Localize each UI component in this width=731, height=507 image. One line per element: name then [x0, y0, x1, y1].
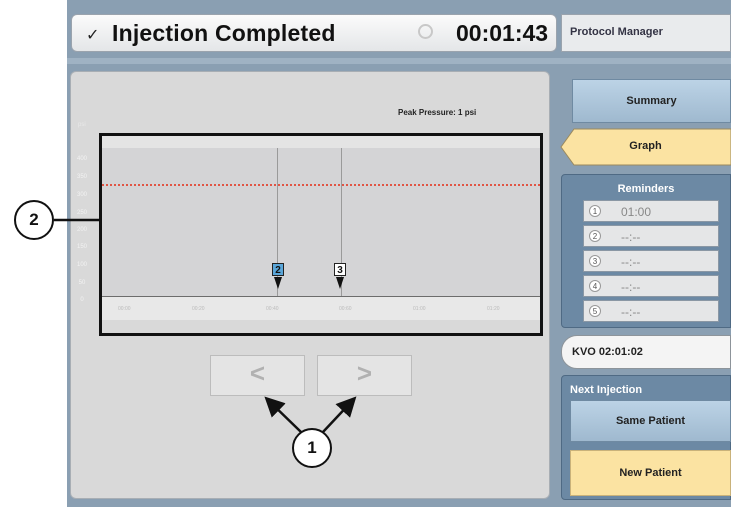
- reminder-row[interactable]: 3 --:--: [583, 250, 719, 272]
- peak-pressure-label: Peak Pressure: 1 psi: [398, 108, 477, 117]
- graph-highlight-box: [99, 133, 543, 336]
- y-tick-label: 100: [76, 262, 87, 268]
- reminder-number: 3: [589, 255, 601, 267]
- chevron-right-icon: >: [356, 358, 373, 388]
- scroll-left-button[interactable]: <: [210, 355, 305, 396]
- reminders-title: Reminders: [617, 183, 675, 195]
- reminder-time: 01:00: [621, 205, 652, 219]
- protocol-manager-label: Protocol Manager: [570, 26, 663, 38]
- same-patient-button[interactable]: Same Patient: [570, 400, 731, 442]
- y-tick-label: 0: [80, 297, 84, 303]
- callout-1: 1: [292, 428, 332, 468]
- reminder-number: 5: [589, 305, 601, 317]
- reminder-number: 4: [589, 280, 601, 292]
- next-injection-title: Next Injection: [570, 384, 643, 396]
- y-tick-label: 50: [78, 280, 86, 286]
- chevron-left-icon: <: [249, 358, 266, 388]
- kvo-indicator[interactable]: KVO 02:01:02: [561, 335, 731, 369]
- elapsed-time: 00:01:43: [456, 20, 549, 46]
- summary-button[interactable]: Summary: [572, 79, 731, 123]
- reminder-row[interactable]: 5 --:--: [583, 300, 719, 322]
- y-tick-label: 300: [76, 192, 87, 198]
- y-tick-label: 150: [76, 244, 87, 250]
- reminder-row[interactable]: 4 --:--: [583, 275, 719, 297]
- header-divider: [67, 58, 731, 64]
- reminder-row[interactable]: 2 --:--: [583, 225, 719, 247]
- y-tick-label: 200: [76, 227, 87, 233]
- reminders-panel: Reminders 1 01:00 2 --:-- 3 --:-- 4 --:-…: [561, 174, 731, 328]
- reminder-row[interactable]: 1 01:00: [583, 200, 719, 222]
- scroll-right-button[interactable]: >: [317, 355, 412, 396]
- protocol-manager-header[interactable]: Protocol Manager: [561, 14, 731, 52]
- kvo-time: KVO 02:01:02: [572, 346, 643, 358]
- reminder-number: 2: [589, 230, 601, 242]
- reminder-time: --:--: [621, 305, 641, 319]
- new-patient-button[interactable]: New Patient: [570, 450, 731, 496]
- callout-2: 2: [14, 200, 54, 240]
- status-bar: ✓ Injection Completed 00:01:43: [71, 14, 557, 52]
- reminder-time: --:--: [621, 255, 641, 269]
- y-tick-label: 400: [76, 156, 87, 162]
- status-title: Injection Completed: [112, 20, 336, 46]
- checkmark-icon: ✓: [86, 27, 100, 44]
- y-axis-unit: psi: [78, 122, 86, 128]
- y-tick-label: 250: [76, 210, 87, 216]
- timer-icon: [418, 24, 433, 39]
- reminder-time: --:--: [621, 280, 641, 294]
- graph-tab[interactable]: Graph: [560, 128, 731, 166]
- reminder-number: 1: [589, 205, 601, 217]
- reminder-time: --:--: [621, 230, 641, 244]
- y-tick-label: 350: [76, 174, 87, 180]
